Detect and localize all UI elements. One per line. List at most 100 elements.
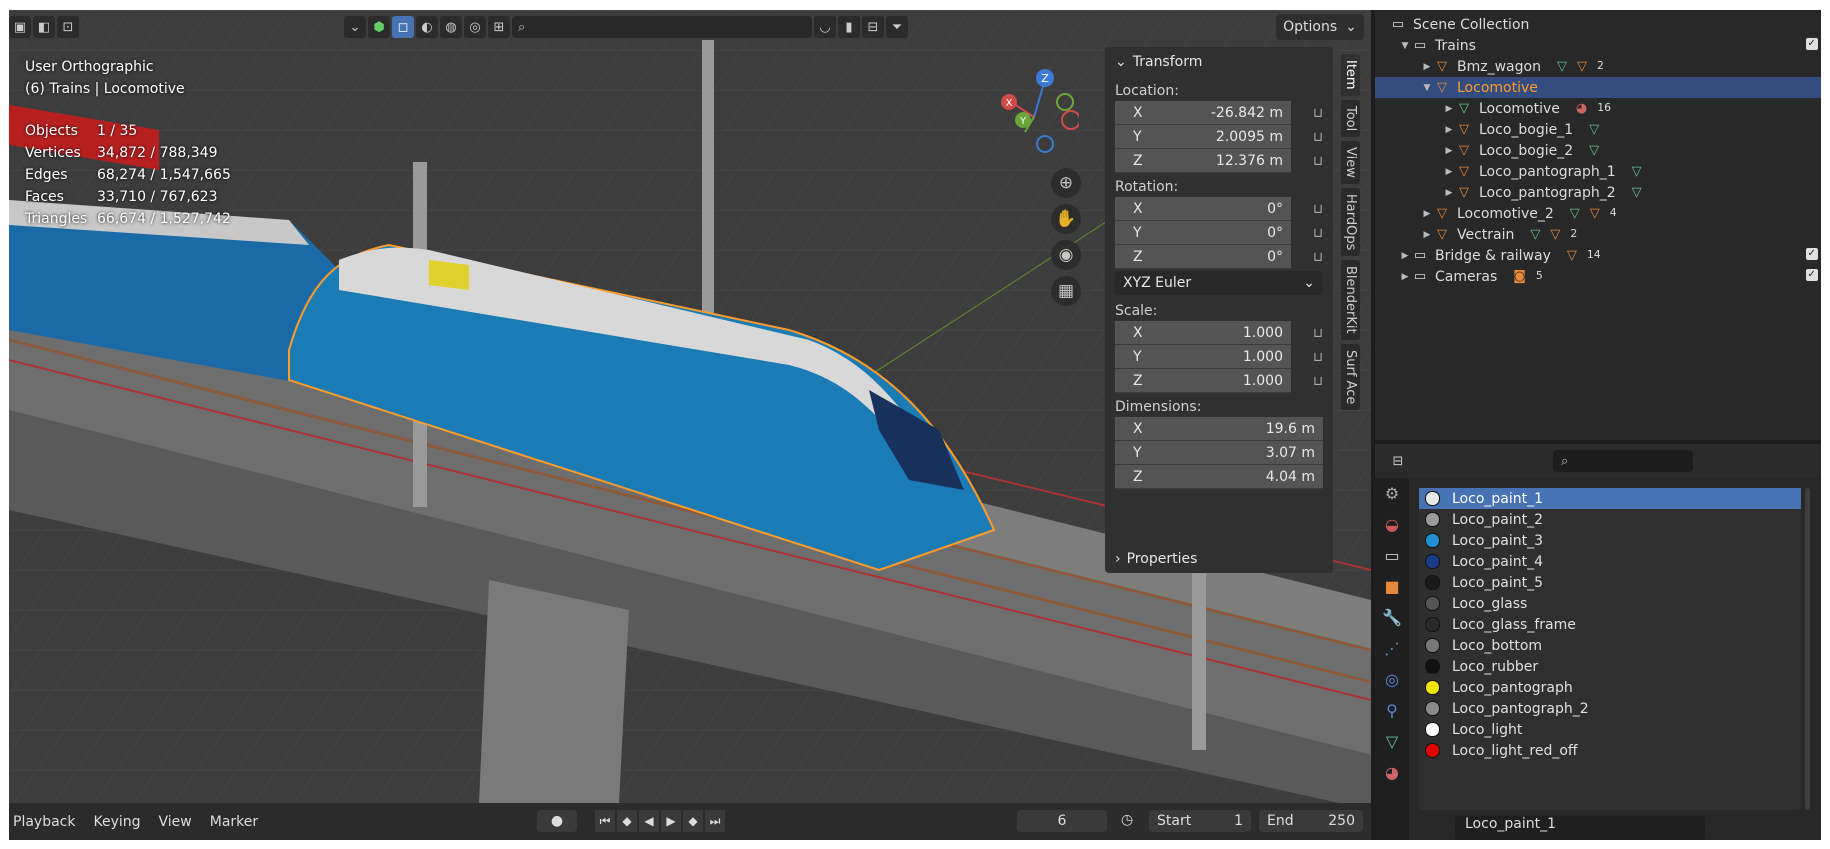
start-frame-field[interactable]: Start 1 <box>1149 810 1251 832</box>
clock-icon[interactable]: ◷ <box>1121 812 1133 828</box>
current-frame-field[interactable]: 6 <box>1017 810 1107 832</box>
rotation-x-field[interactable]: X 0° <box>1115 197 1291 221</box>
scale-x-field[interactable]: X 1.000 <box>1115 321 1291 345</box>
select-extend-icon[interactable]: ◧ <box>33 16 55 38</box>
material-slot[interactable]: Loco_bottom <box>1419 635 1801 656</box>
properties-search-input[interactable]: ⌕ <box>1553 450 1693 472</box>
visibility-dropdown-icon[interactable]: ⌄ <box>344 16 366 38</box>
expand-right-icon[interactable]: ▶ <box>1443 104 1455 114</box>
tab-tool[interactable]: Tool <box>1341 99 1360 137</box>
material-slot[interactable]: Loco_paint_1 <box>1419 488 1801 509</box>
bookmark-icon[interactable]: ▮ <box>838 16 860 38</box>
rotation-z-field[interactable]: Z 0° <box>1115 245 1291 269</box>
material-name-field[interactable]: Loco_paint_1 <box>1455 816 1705 840</box>
lock-icon[interactable]: ⊔ <box>1313 106 1323 121</box>
physics-tab-icon[interactable]: ◎ <box>1385 670 1399 689</box>
gizmo-x-label[interactable]: X <box>1006 98 1013 109</box>
lock-icon[interactable]: ⊔ <box>1313 350 1323 365</box>
navigation-gizmo[interactable]: Z X Y <box>989 62 1079 162</box>
solid-shading-icon[interactable]: ◻ <box>392 16 414 38</box>
material-slot[interactable]: Loco_paint_4 <box>1419 551 1801 572</box>
expand-right-icon[interactable]: ▶ <box>1443 125 1455 135</box>
expand-right-icon[interactable]: ▶ <box>1421 209 1433 219</box>
play-icon[interactable]: ▶ <box>661 810 681 832</box>
lock-icon[interactable]: ⊔ <box>1313 326 1323 341</box>
modifier-tab-icon[interactable]: 🔧 <box>1382 608 1402 627</box>
outliner-row-loco-pantograph-2[interactable]: ▶▽Loco_pantograph_2 ▽ ◉ <box>1375 182 1821 203</box>
viewport-search-input[interactable]: ⌕ <box>512 16 812 38</box>
dimension-z-field[interactable]: Z 4.04 m <box>1115 465 1323 489</box>
constraints-tab-icon[interactable]: ⚲ <box>1386 701 1398 720</box>
ortho-grid-icon[interactable]: ▦ <box>1051 276 1081 306</box>
location-x-field[interactable]: X -26.842 m <box>1115 101 1291 125</box>
material-slot[interactable]: Loco_pantograph_2 <box>1419 698 1801 719</box>
show-overlays-icon[interactable]: ◡ <box>814 16 836 38</box>
material-slot[interactable]: Loco_paint_2 <box>1419 509 1801 530</box>
material-slot[interactable]: Loco_light_red_off <box>1419 740 1801 761</box>
expand-down-icon[interactable]: ▼ <box>1399 41 1411 51</box>
material-slot[interactable]: Loco_light <box>1419 719 1801 740</box>
shading-options-icon[interactable]: ⊞ <box>488 16 510 38</box>
lock-icon[interactable]: ⊔ <box>1313 374 1323 389</box>
expand-down-icon[interactable]: ▼ <box>1421 83 1433 93</box>
outliner-row-loco-pantograph-1[interactable]: ▶▽Loco_pantograph_1 ▽ ◉ <box>1375 161 1821 182</box>
transform-header[interactable]: ⌄ Transform <box>1105 47 1333 77</box>
tool-tab-icon[interactable]: ⚙ <box>1385 484 1399 503</box>
play-reverse-icon[interactable]: ◀ <box>639 810 659 832</box>
material-slot[interactable]: Loco_rubber <box>1419 656 1801 677</box>
gizmo-z-label[interactable]: Z <box>1041 72 1049 85</box>
properties-header[interactable]: › Properties <box>1105 545 1333 573</box>
lock-icon[interactable]: ⊔ <box>1313 130 1323 145</box>
filter-icon[interactable]: ⏷ <box>886 16 908 38</box>
tab-surf-ace[interactable]: Surf Ace <box>1341 343 1360 411</box>
outliner-row-locomotive-2[interactable]: ▶▽Locomotive_2 ▽▽4 ◉ <box>1375 203 1821 224</box>
tab-blenderkit[interactable]: BlenderKit <box>1341 260 1360 340</box>
tab-view[interactable]: View <box>1341 140 1360 184</box>
record-icon[interactable]: ● <box>537 810 577 832</box>
material-slot[interactable]: Loco_glass <box>1419 593 1801 614</box>
particles-tab-icon[interactable]: ⋰ <box>1384 639 1400 658</box>
collection-tab-icon[interactable]: ▭ <box>1384 546 1399 565</box>
prev-keyframe-icon[interactable]: ◆ <box>617 810 637 832</box>
exclude-checkbox[interactable]: ✓ <box>1805 248 1818 260</box>
lock-icon[interactable]: ⊔ <box>1313 250 1323 265</box>
outliner-row-bmz-wagon[interactable]: ▶▽Bmz_wagon ▽▽2 ◉ <box>1375 56 1821 77</box>
keying-menu[interactable]: Keying <box>93 814 140 830</box>
hierarchy-icon[interactable]: ⊟ <box>862 16 884 38</box>
expand-right-icon[interactable]: ▶ <box>1421 62 1433 72</box>
rendered-shading-icon[interactable]: ◍ <box>440 16 462 38</box>
outliner-row-bridge-railway[interactable]: ▶▭Bridge & railway ▽14 ✓◉ <box>1375 245 1821 266</box>
outliner-row-loco-bogie-2[interactable]: ▶▽Loco_bogie_2 ▽ ◉ <box>1375 140 1821 161</box>
exclude-checkbox[interactable]: ✓ <box>1805 269 1818 281</box>
scale-z-field[interactable]: Z 1.000 <box>1115 369 1291 393</box>
jump-start-icon[interactable]: ⏮ <box>595 810 615 832</box>
location-y-field[interactable]: Y 2.0095 m <box>1115 125 1291 149</box>
outliner-row-locomotive-mesh[interactable]: ▶ ▽ Locomotive ◕ 16 <box>1375 98 1821 119</box>
gizmo-y-label[interactable]: Y <box>1019 116 1027 127</box>
select-mode-icon[interactable]: ⊡ <box>57 16 79 38</box>
select-box-icon[interactable]: ▣ <box>9 16 31 38</box>
scene-tab-icon[interactable]: ◒ <box>1385 515 1399 534</box>
dimension-x-field[interactable]: X 19.6 m <box>1115 417 1323 441</box>
expand-right-icon[interactable]: ▶ <box>1443 188 1455 198</box>
outliner-row-cameras[interactable]: ▶▭Cameras ◙5 ✓◉ <box>1375 266 1821 287</box>
marker-menu[interactable]: Marker <box>210 814 258 830</box>
data-tab-icon[interactable]: ▽ <box>1386 732 1398 751</box>
editor-type-icon[interactable]: ⊟ <box>1387 450 1409 472</box>
options-dropdown[interactable]: Options ⌄ <box>1276 14 1364 40</box>
material-slot[interactable]: Loco_paint_3 <box>1419 530 1801 551</box>
object-tab-icon[interactable]: ■ <box>1384 577 1399 596</box>
material-list-scrollbar[interactable] <box>1805 488 1810 810</box>
outliner-row-loco-bogie-1[interactable]: ▶▽Loco_bogie_1 ▽ ◉ <box>1375 119 1821 140</box>
exclude-checkbox[interactable]: ✓ <box>1805 38 1818 50</box>
material-slot[interactable]: Loco_glass_frame <box>1419 614 1801 635</box>
zoom-icon[interactable]: ⊕ <box>1051 168 1081 198</box>
outliner-row-trains[interactable]: ▼▭Trains ✓◉ <box>1375 35 1821 56</box>
tab-item[interactable]: Item <box>1341 54 1360 96</box>
3d-viewport[interactable]: ▣ ◧ ⊡ ⌄ ⬢ ◻ ◐ ◍ ◎ ⊞ ⌕ ◡ ▮ ⊟ ⏷ Options ⌄ U… <box>9 10 1371 803</box>
view-menu[interactable]: View <box>159 814 192 830</box>
outliner-row-scene-collection[interactable]: ▭ Scene Collection <box>1375 14 1821 35</box>
rotation-mode-select[interactable]: XYZ Euler ⌄ <box>1115 271 1323 295</box>
material-tab-icon[interactable]: ◕ <box>1385 763 1399 782</box>
playback-menu[interactable]: Playback <box>13 814 75 830</box>
